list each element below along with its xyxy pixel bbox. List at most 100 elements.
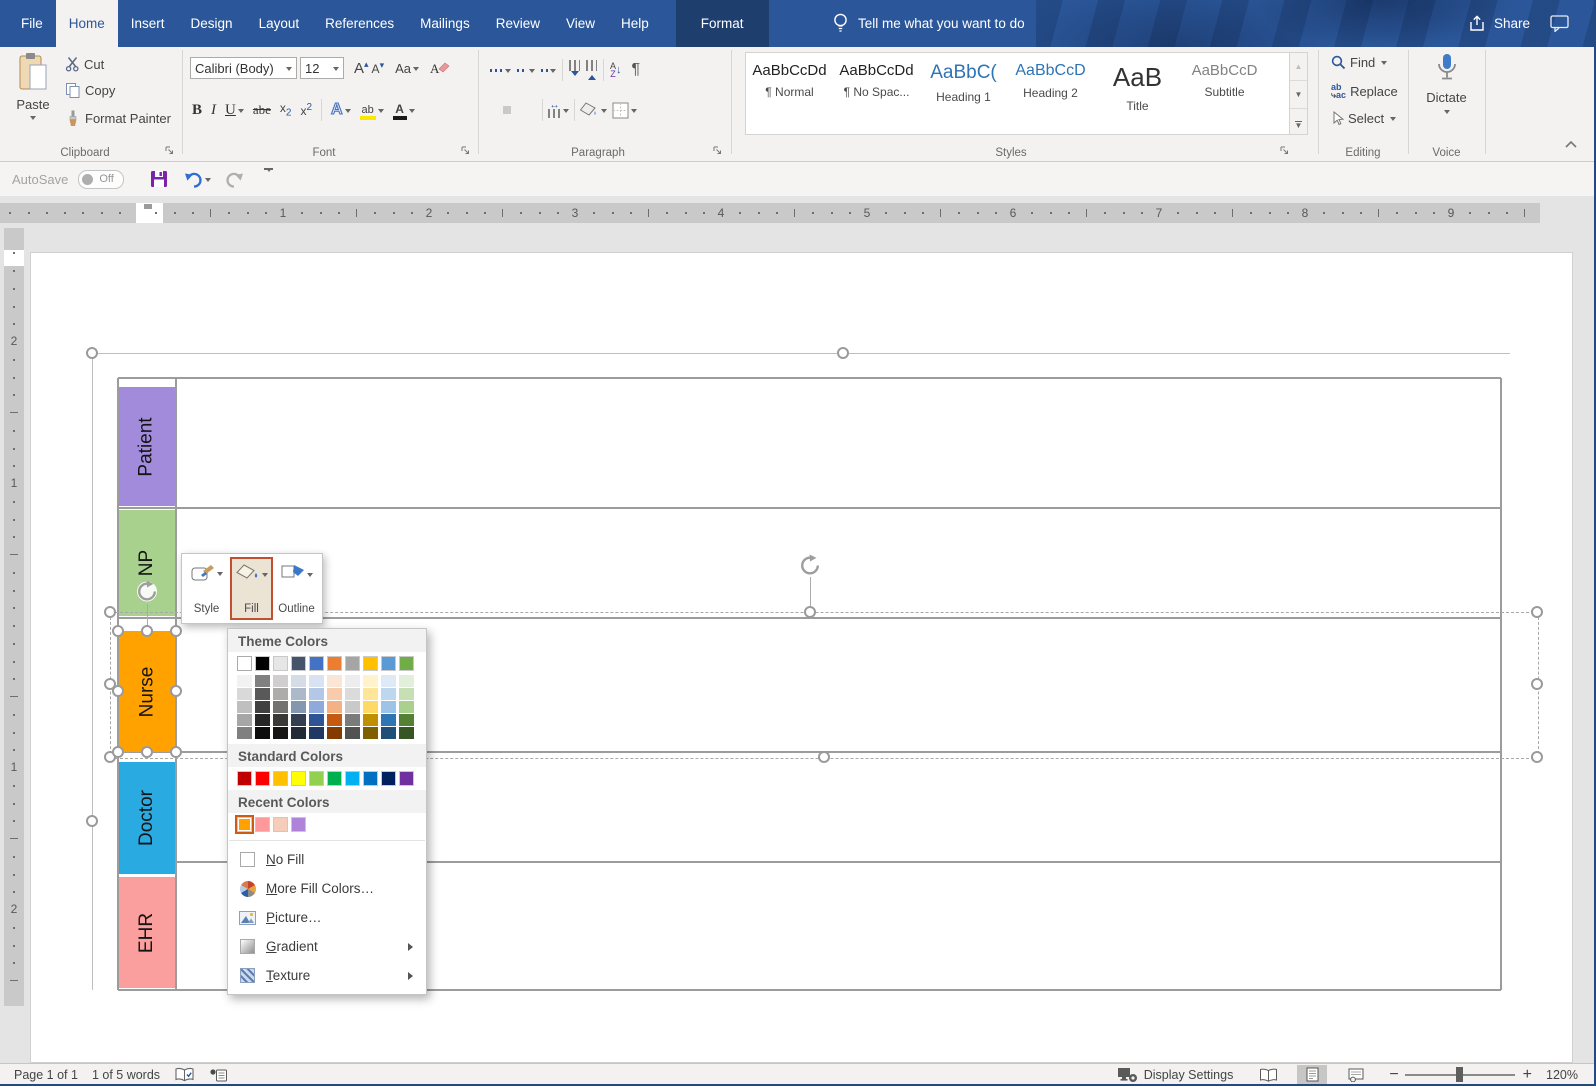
menu-item-more-fill-colors-[interactable]: More Fill Colors…: [228, 874, 426, 903]
style-card-heading-1[interactable]: AaBbC(Heading 1: [920, 53, 1007, 134]
theme-variant-swatch[interactable]: [237, 727, 252, 740]
theme-variant-swatch[interactable]: [381, 688, 396, 701]
style-card-title[interactable]: AaBTitle: [1094, 53, 1181, 134]
theme-color-swatch[interactable]: [237, 656, 252, 671]
standard-color-swatch[interactable]: [327, 771, 342, 786]
selection-handle[interactable]: [86, 347, 98, 359]
tab-references[interactable]: References: [312, 0, 407, 47]
shrink-font-button[interactable]: A▾: [372, 60, 385, 76]
standard-color-swatch[interactable]: [399, 771, 414, 786]
theme-color-swatch[interactable]: [363, 656, 378, 671]
sort-button[interactable]: AZ ↓: [610, 62, 622, 78]
theme-variant-swatch[interactable]: [345, 675, 360, 688]
style-card--no-spac-[interactable]: AaBbCcDd¶ No Spac...: [833, 53, 920, 134]
theme-variant-swatch[interactable]: [327, 714, 342, 727]
style-card--normal[interactable]: AaBbCcDd¶ Normal: [746, 53, 833, 134]
horizontal-ruler[interactable]: 123456789: [0, 203, 1540, 223]
indent-marker[interactable]: [144, 204, 152, 209]
vertical-ruler[interactable]: 2112: [4, 228, 24, 1006]
align-justify-button[interactable]: [529, 106, 537, 114]
shading-button[interactable]: [580, 102, 607, 118]
selection-handle[interactable]: [112, 685, 124, 697]
menu-item-picture-[interactable]: Picture…: [228, 903, 426, 932]
copy-button[interactable]: Copy: [62, 80, 118, 101]
strikethrough-button[interactable]: abe: [253, 102, 271, 118]
swimlane-label-ehr[interactable]: EHR: [119, 877, 175, 988]
selection-handle[interactable]: [112, 746, 124, 758]
font-name-combo[interactable]: Calibri (Body): [190, 57, 297, 79]
align-top-button[interactable]: [490, 106, 498, 114]
font-size-combo[interactable]: 12: [300, 57, 344, 79]
theme-variant-swatch[interactable]: [363, 727, 378, 740]
theme-variant-swatch[interactable]: [363, 688, 378, 701]
theme-variant-swatch[interactable]: [309, 701, 324, 714]
theme-color-swatch[interactable]: [309, 656, 324, 671]
theme-variant-swatch[interactable]: [273, 714, 288, 727]
selection-handle[interactable]: [837, 347, 849, 359]
tab-format[interactable]: Format: [676, 0, 769, 47]
borders-button[interactable]: [612, 102, 637, 119]
tab-review[interactable]: Review: [483, 0, 553, 47]
rotate-handle[interactable]: [136, 581, 158, 608]
bullets-button[interactable]: [490, 67, 511, 74]
theme-color-swatch[interactable]: [327, 656, 342, 671]
theme-color-swatch[interactable]: [273, 656, 288, 671]
theme-color-swatch[interactable]: [345, 656, 360, 671]
theme-variant-swatch[interactable]: [309, 714, 324, 727]
redo-button[interactable]: [225, 171, 244, 188]
theme-variant-swatch[interactable]: [309, 675, 324, 688]
theme-variant-swatch[interactable]: [381, 675, 396, 688]
standard-color-swatch[interactable]: [273, 771, 288, 786]
selection-handle[interactable]: [112, 625, 124, 637]
standard-color-swatch[interactable]: [363, 771, 378, 786]
shape-fill-button[interactable]: Fill: [230, 557, 273, 620]
increase-indent-button[interactable]: [586, 60, 597, 80]
theme-variant-swatch[interactable]: [255, 688, 270, 701]
page-indicator[interactable]: Page 1 of 1: [14, 1068, 78, 1082]
tab-help[interactable]: Help: [608, 0, 662, 47]
standard-color-swatch[interactable]: [381, 771, 396, 786]
theme-variant-swatch[interactable]: [327, 701, 342, 714]
theme-variant-swatch[interactable]: [291, 701, 306, 714]
theme-variant-swatch[interactable]: [381, 701, 396, 714]
find-button[interactable]: Find: [1328, 53, 1390, 72]
theme-variant-swatch[interactable]: [291, 714, 306, 727]
theme-variant-swatch[interactable]: [345, 688, 360, 701]
standard-color-swatch[interactable]: [255, 771, 270, 786]
zoom-level[interactable]: 120%: [1546, 1068, 1578, 1082]
zoom-slider[interactable]: [1405, 1065, 1515, 1085]
selection-handle[interactable]: [804, 606, 816, 618]
selection-handle[interactable]: [818, 751, 830, 763]
cut-button[interactable]: Cut: [62, 54, 107, 74]
theme-variant-swatch[interactable]: [381, 727, 396, 740]
bold-button[interactable]: B: [192, 102, 202, 119]
theme-variant-swatch[interactable]: [255, 701, 270, 714]
save-button[interactable]: [150, 170, 168, 188]
theme-variant-swatch[interactable]: [345, 714, 360, 727]
theme-variant-swatch[interactable]: [273, 701, 288, 714]
selection-handle[interactable]: [104, 606, 116, 618]
shape-style-button[interactable]: Style: [185, 557, 228, 620]
tab-home[interactable]: Home: [56, 0, 118, 47]
theme-variant-swatch[interactable]: [327, 727, 342, 740]
selection-handle[interactable]: [86, 815, 98, 827]
recent-color-swatch[interactable]: [237, 817, 252, 832]
selection-handle[interactable]: [1531, 606, 1543, 618]
standard-color-swatch[interactable]: [237, 771, 252, 786]
read-mode-button[interactable]: [1253, 1065, 1283, 1085]
theme-variant-swatch[interactable]: [399, 714, 414, 727]
tab-insert[interactable]: Insert: [118, 0, 178, 47]
swimlane-label-doctor[interactable]: Doctor: [119, 762, 175, 874]
theme-color-swatch[interactable]: [399, 656, 414, 671]
recent-color-swatch[interactable]: [273, 817, 288, 832]
tab-view[interactable]: View: [553, 0, 608, 47]
decrease-indent-button[interactable]: [569, 60, 580, 80]
tab-design[interactable]: Design: [178, 0, 246, 47]
theme-variant-swatch[interactable]: [399, 701, 414, 714]
theme-variant-swatch[interactable]: [291, 688, 306, 701]
selection-handle[interactable]: [170, 685, 182, 697]
theme-variant-swatch[interactable]: [327, 675, 342, 688]
web-layout-button[interactable]: [1341, 1065, 1371, 1085]
change-case-button[interactable]: Aa: [395, 61, 419, 76]
theme-variant-swatch[interactable]: [399, 675, 414, 688]
